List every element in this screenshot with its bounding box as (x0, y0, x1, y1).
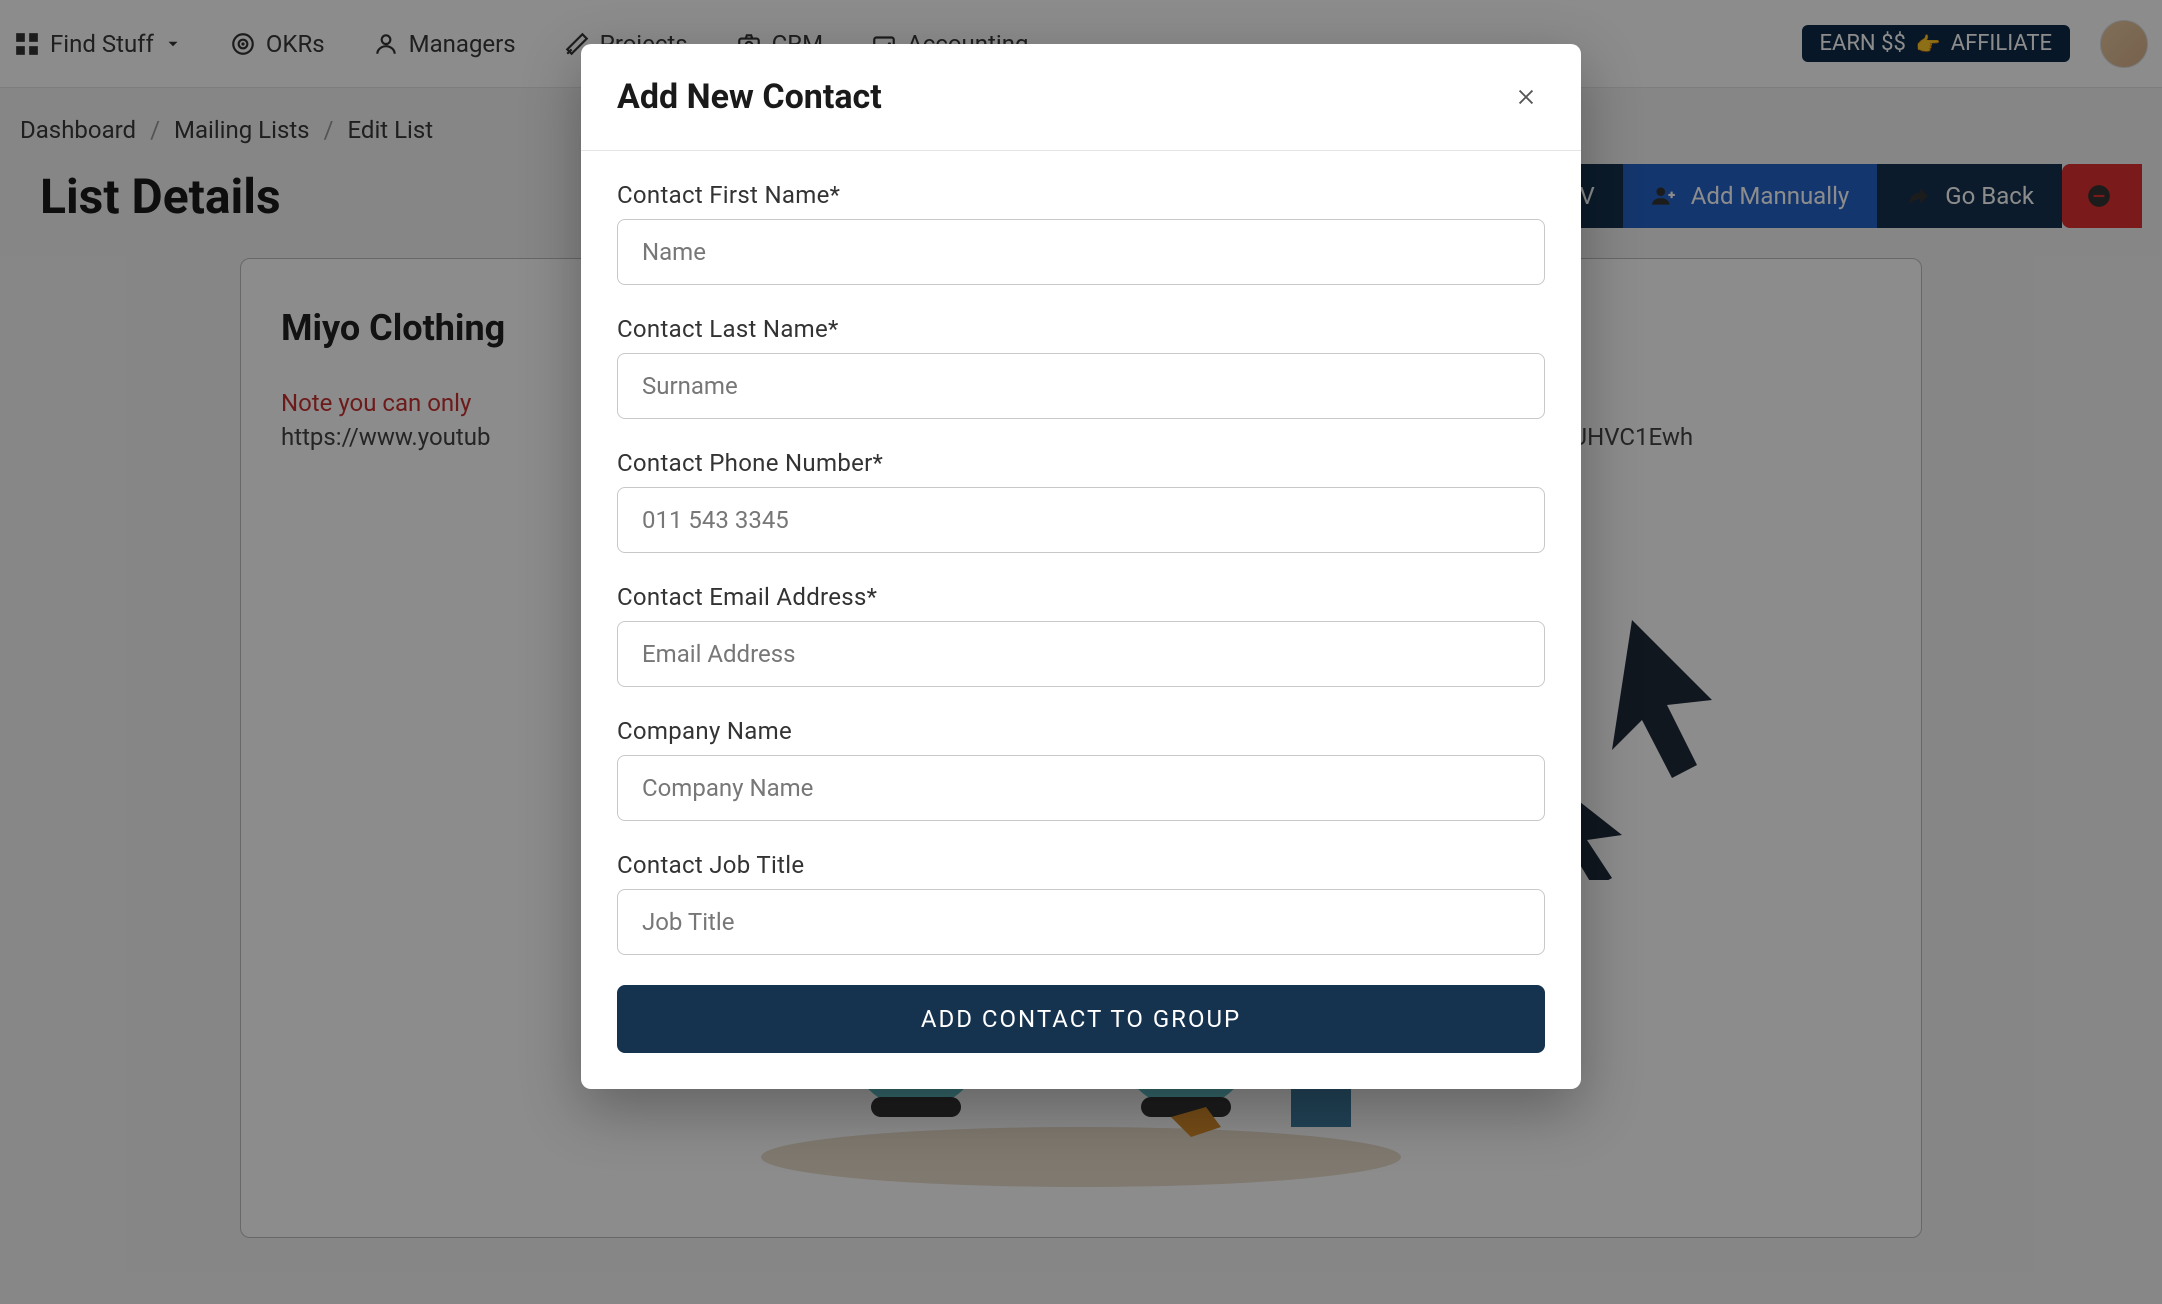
form-group-last-name: Contact Last Name* (617, 315, 1545, 419)
email-label: Contact Email Address* (617, 583, 1545, 611)
job-title-input[interactable] (617, 889, 1545, 955)
last-name-label: Contact Last Name* (617, 315, 1545, 343)
company-input[interactable] (617, 755, 1545, 821)
phone-label: Contact Phone Number* (617, 449, 1545, 477)
modal-close-button[interactable] (1507, 74, 1545, 120)
form-group-phone: Contact Phone Number* (617, 449, 1545, 553)
add-contact-modal: Add New Contact Contact First Name* Cont… (581, 44, 1581, 1089)
first-name-label: Contact First Name* (617, 181, 1545, 209)
modal-title: Add New Contact (617, 77, 882, 117)
phone-input[interactable] (617, 487, 1545, 553)
form-group-job-title: Contact Job Title (617, 851, 1545, 955)
job-title-label: Contact Job Title (617, 851, 1545, 879)
add-contact-submit-button[interactable]: ADD CONTACT TO GROUP (617, 985, 1545, 1053)
email-input[interactable] (617, 621, 1545, 687)
close-icon (1515, 86, 1537, 108)
form-group-company: Company Name (617, 717, 1545, 821)
modal-header: Add New Contact (581, 44, 1581, 151)
form-group-email: Contact Email Address* (617, 583, 1545, 687)
last-name-input[interactable] (617, 353, 1545, 419)
form-group-first-name: Contact First Name* (617, 181, 1545, 285)
company-label: Company Name (617, 717, 1545, 745)
modal-overlay[interactable]: Add New Contact Contact First Name* Cont… (0, 0, 2162, 1304)
modal-body: Contact First Name* Contact Last Name* C… (581, 151, 1581, 1089)
first-name-input[interactable] (617, 219, 1545, 285)
